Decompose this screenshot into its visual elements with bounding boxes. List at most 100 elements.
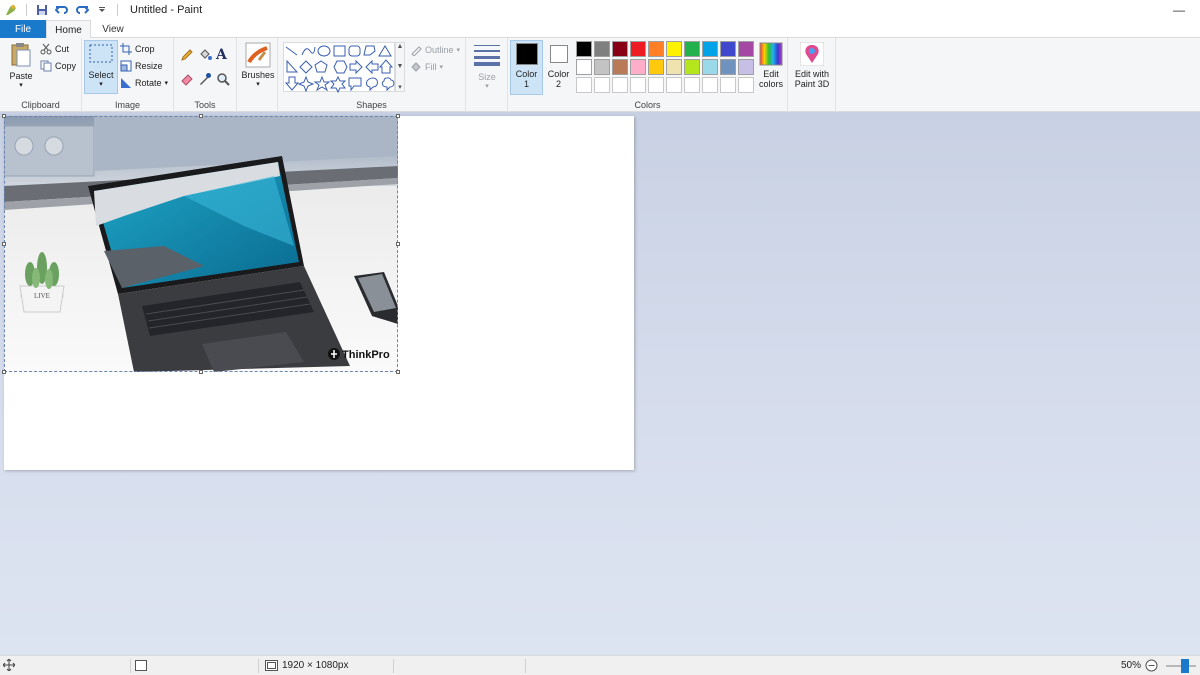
palette-color-swatch[interactable]: [720, 41, 736, 57]
palette-color-swatch[interactable]: [684, 41, 700, 57]
palette-color-swatch[interactable]: [576, 59, 592, 75]
eraser-icon[interactable]: [180, 72, 194, 86]
resize-handle[interactable]: [396, 114, 400, 118]
drawing-canvas[interactable]: LIVE ThinkPro: [2, 114, 634, 470]
move-cursor-icon: [3, 659, 15, 671]
fill-bucket-icon[interactable]: [198, 48, 212, 62]
resize-handle[interactable]: [2, 114, 6, 118]
palette-color-swatch[interactable]: [720, 59, 736, 75]
palette-color-swatch[interactable]: [612, 59, 628, 75]
palette-color-swatch[interactable]: [648, 77, 664, 93]
palette-color-swatch[interactable]: [594, 59, 610, 75]
palette-color-swatch[interactable]: [576, 77, 592, 93]
rectangle-shape-icon: [333, 45, 346, 57]
palette-color-swatch[interactable]: [702, 41, 718, 57]
brushes-button[interactable]: Brushes ▾: [240, 42, 276, 88]
divider: [130, 659, 131, 673]
brushes-label: Brushes: [241, 70, 275, 80]
palette-color-swatch[interactable]: [630, 41, 646, 57]
paste-button[interactable]: Paste ▾: [6, 42, 36, 89]
window-title: Untitled - Paint: [130, 4, 203, 16]
expand-gallery-icon[interactable]: ▾: [398, 83, 402, 91]
zoom-level: 50%: [1121, 660, 1142, 671]
color1-label-line1: Color: [515, 69, 538, 79]
scroll-up-icon[interactable]: ▲: [397, 43, 404, 50]
canvas-size-icon: [265, 660, 278, 671]
ribbon: Paste ▾ Cut Copy Clipboard Image Select …: [0, 38, 1200, 112]
chevron-down-icon: ▾: [19, 82, 23, 89]
color1-swatch-group[interactable]: Color 1: [512, 43, 541, 89]
size-button[interactable]: Size ▾: [470, 44, 504, 90]
resize-icon: [120, 60, 132, 72]
palette-color-swatch[interactable]: [702, 77, 718, 93]
four-point-star-shape-icon: [297, 75, 315, 93]
text-icon[interactable]: A: [216, 47, 227, 63]
palette-color-swatch[interactable]: [684, 59, 700, 75]
paint3d-line2: Paint 3D: [794, 79, 830, 89]
resize-button[interactable]: Resize: [120, 60, 163, 72]
divider: [117, 4, 118, 16]
palette-color-swatch[interactable]: [630, 77, 646, 93]
speech-oval-shape-icon: [365, 77, 378, 92]
zoom-out-icon[interactable]: [1145, 659, 1158, 672]
color-picker-icon[interactable]: [198, 72, 212, 86]
customize-toolbar-chevron-icon[interactable]: [95, 3, 109, 17]
arrow-up-shape-icon: [378, 59, 394, 74]
palette-color-swatch[interactable]: [612, 41, 628, 57]
resize-handle[interactable]: [2, 242, 6, 246]
arrow-left-shape-icon: [365, 59, 379, 75]
canvas-dimensions: 1920 × 1080px: [282, 660, 349, 671]
undo-icon[interactable]: [55, 3, 69, 17]
palette-color-swatch[interactable]: [612, 77, 628, 93]
brush-icon: [245, 42, 271, 68]
palette-color-swatch[interactable]: [666, 77, 682, 93]
palette-color-swatch[interactable]: [720, 77, 736, 93]
minimize-icon[interactable]: —: [1158, 0, 1200, 20]
copy-button[interactable]: Copy: [40, 60, 76, 72]
color1-swatch: [515, 43, 538, 65]
crop-icon: [120, 43, 132, 55]
palette-color-swatch[interactable]: [666, 59, 682, 75]
palette-color-swatch[interactable]: [648, 59, 664, 75]
resize-handle[interactable]: [396, 370, 400, 374]
resize-handle[interactable]: [199, 370, 203, 374]
pencil-icon[interactable]: [180, 48, 194, 62]
diamond-shape-icon: [299, 60, 313, 74]
palette-color-swatch[interactable]: [648, 41, 664, 57]
palette-color-swatch[interactable]: [630, 59, 646, 75]
magnifier-icon[interactable]: [216, 72, 230, 86]
palette-color-swatch[interactable]: [738, 59, 754, 75]
save-icon[interactable]: [35, 3, 49, 17]
edit-with-paint3d-button[interactable]: Edit with Paint 3D: [790, 42, 834, 89]
cut-button[interactable]: Cut: [40, 43, 69, 55]
palette-color-swatch[interactable]: [684, 77, 700, 93]
tab-file[interactable]: File: [0, 20, 46, 38]
shapes-gallery-scroll[interactable]: ▲ ▼ ▾: [395, 42, 405, 92]
redo-icon[interactable]: [75, 3, 89, 17]
scroll-down-icon[interactable]: ▼: [397, 63, 404, 70]
rotate-button[interactable]: Rotate ▾: [120, 77, 168, 89]
outline-button[interactable]: Outline ▾: [410, 44, 460, 56]
edit-colors-button[interactable]: Edit colors: [756, 42, 786, 89]
paint-app-icon[interactable]: [4, 3, 18, 17]
palette-color-swatch[interactable]: [702, 59, 718, 75]
palette-color-swatch[interactable]: [576, 41, 592, 57]
selection-rectangle[interactable]: [4, 116, 398, 372]
crop-button[interactable]: Crop: [120, 43, 155, 55]
palette-color-swatch[interactable]: [594, 77, 610, 93]
resize-handle[interactable]: [396, 242, 400, 246]
resize-handle[interactable]: [199, 114, 203, 118]
resize-handle[interactable]: [2, 370, 6, 374]
tab-home[interactable]: Home: [46, 20, 91, 39]
select-button-content[interactable]: Select ▾: [86, 44, 116, 88]
palette-color-swatch[interactable]: [666, 41, 682, 57]
copy-icon: [40, 60, 52, 72]
palette-color-swatch[interactable]: [594, 41, 610, 57]
zoom-slider-thumb[interactable]: [1181, 659, 1189, 673]
palette-color-swatch[interactable]: [738, 41, 754, 57]
palette-color-swatch[interactable]: [738, 77, 754, 93]
tab-view[interactable]: View: [93, 20, 133, 38]
chevron-down-icon: ▾: [439, 64, 444, 71]
color2-button[interactable]: Color 2: [546, 45, 571, 89]
fill-button[interactable]: Fill ▾: [410, 61, 443, 73]
